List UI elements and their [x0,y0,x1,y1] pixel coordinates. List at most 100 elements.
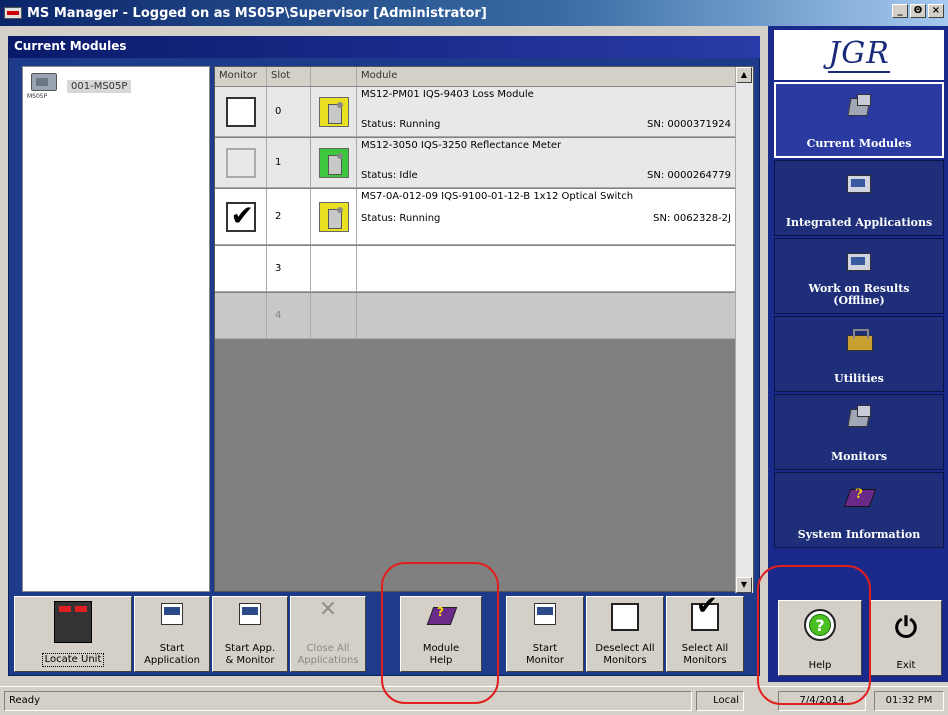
start-monitor-button[interactable]: Start Monitor [506,596,584,672]
sidebar-item-current-modules[interactable]: Current Modules [774,82,944,158]
module-status: Status: Running [361,119,441,130]
module-yellow-icon [318,201,349,232]
sidebar-item-label: Integrated Applications [785,216,933,229]
table-row[interactable]: ✔ 2 MS7-0A-012-09 IQS-9100-01-12-B 1x12 … [215,189,737,245]
grid-header: Monitor Slot Module [215,67,737,87]
column-header-module[interactable]: Module [357,67,737,86]
monitor-checkbox[interactable] [225,147,256,178]
vertical-scrollbar[interactable]: ▲ ▼ [735,67,753,593]
start-app-monitor-button[interactable]: Start App. & Monitor [212,596,288,672]
close-all-label-2: Applications [297,655,359,666]
window-title: MS Manager - Logged on as MS05P\Supervis… [27,5,487,21]
module-name: MS7-0A-012-09 IQS-9100-01-12-B 1x12 Opti… [361,191,634,202]
slot-cell: 4 [267,293,311,338]
deselect-all-label-1: Deselect All [595,643,655,654]
module-icon-cell [311,87,357,136]
sidebar-item-work-on-results[interactable]: Work on Results (Offline) [774,238,944,314]
module-grid: Monitor Slot Module 0 MS12-PM01 IQS-9403… [214,66,754,593]
module-icon-cell [311,246,357,291]
caption-buttons: _ Θ × [892,4,944,18]
monitor-checkbox[interactable]: ✔ [225,198,256,232]
start-application-label-1: Start [159,643,185,654]
monitor-cell [215,87,267,136]
module-yellow-icon [318,96,349,127]
tree-node-unit[interactable]: MS05P 001-MS05P [27,71,132,101]
scroll-up-icon[interactable]: ▲ [736,67,752,83]
status-time: 01:32 PM [874,691,944,711]
application-icon [161,603,183,625]
app-icon [4,7,22,19]
module-help-label-2: Help [429,655,453,666]
monitor-cell [215,138,267,187]
title-bar: MS Manager - Logged on as MS05P\Supervis… [0,0,948,26]
module-serial: SN: 0062328-2J [653,213,731,224]
module-help-button[interactable]: Module Help [400,596,482,672]
applications-icon [845,171,873,197]
table-row[interactable]: 1 MS12-3050 IQS-3250 Reflectance Meter S… [215,138,737,188]
monitor-checkbox[interactable] [225,96,256,127]
locate-unit-label: Locate Unit [41,653,105,667]
deselect-all-monitors-button[interactable]: Deselect All Monitors [586,596,664,672]
app-monitor-icon [239,603,261,625]
sidebar-item-system-information[interactable]: System Information [774,472,944,548]
select-all-monitors-button[interactable]: ✔ Select All Monitors [666,593,744,672]
status-bar: Ready Local 7/4/2014 01:32 PM [0,686,948,715]
table-row[interactable]: 0 MS12-PM01 IQS-9403 Loss Module Status:… [215,87,737,137]
module-cell [357,246,737,291]
sidebar-item-monitors[interactable]: Monitors [774,394,944,470]
locate-unit-button[interactable]: Locate Unit [14,596,132,672]
slot-cell: 0 [267,87,311,136]
select-all-label-2: Monitors [683,655,727,666]
table-row[interactable]: 4 [215,293,737,339]
column-header-slot[interactable]: Slot [267,67,311,86]
scroll-down-icon[interactable]: ▼ [736,577,752,593]
module-help-label-1: Module [422,643,460,654]
slot-cell: 3 [267,246,311,291]
sidebar-item-integrated-applications[interactable]: Integrated Applications [774,160,944,236]
table-row[interactable]: 3 [215,246,737,292]
monitors-icon [845,405,873,431]
tree-node-label: 001-MS05P [67,79,132,93]
start-application-button[interactable]: Start Application [134,596,210,672]
start-application-label-2: Application [144,655,200,666]
sidebar-item-label: Work on Results (Offline) [808,282,910,307]
power-icon: ⏻ [894,611,918,644]
unit-icon: MS05P [27,71,63,101]
checked-checkbox-icon: ✔ [691,593,719,631]
start-app-monitor-label-1: Start App. [224,643,276,654]
maximize-button[interactable]: Θ [910,4,926,18]
exit-button[interactable]: ⏻ Exit [870,600,942,676]
status-location: Local [696,691,744,711]
results-icon [845,249,873,275]
start-app-monitor-label-2: & Monitor [225,655,275,666]
minimize-button[interactable]: _ [892,4,908,18]
module-name: MS12-3050 IQS-3250 Reflectance Meter [361,140,562,151]
close-all-label-1: Close All [306,643,350,654]
status-date: 7/4/2014 [778,691,866,711]
column-header-monitor[interactable]: Monitor [215,67,267,86]
close-icon: × [318,596,338,621]
module-status: Status: Idle [361,170,418,181]
logo-text: JGR [828,36,890,73]
column-header-icon[interactable] [311,67,357,86]
checkmark-icon: ✔ [230,198,254,232]
unit-tree: MS05P 001-MS05P [22,66,210,592]
help-button[interactable]: ? Help [778,600,862,676]
sidebar-item-utilities[interactable]: Utilities [774,316,944,392]
module-serial: SN: 0000264779 [647,170,731,181]
toolbox-icon [845,327,873,353]
module-icon-cell [311,189,357,244]
module-serial: SN: 0000371924 [647,119,731,130]
module-green-icon [318,147,349,178]
slot-cell: 2 [267,189,311,244]
empty-checkbox-icon [611,603,639,631]
modules-icon [845,94,873,120]
module-status: Status: Running [361,213,441,224]
close-all-applications-button[interactable]: × Close All Applications [290,596,366,672]
brand-logo: JGR [774,30,944,80]
help-glyph: ? [809,614,831,636]
close-button[interactable]: × [928,4,944,18]
exit-label: Exit [896,660,916,671]
panel-title: Current Modules [8,36,760,58]
select-all-label-1: Select All [681,643,729,654]
